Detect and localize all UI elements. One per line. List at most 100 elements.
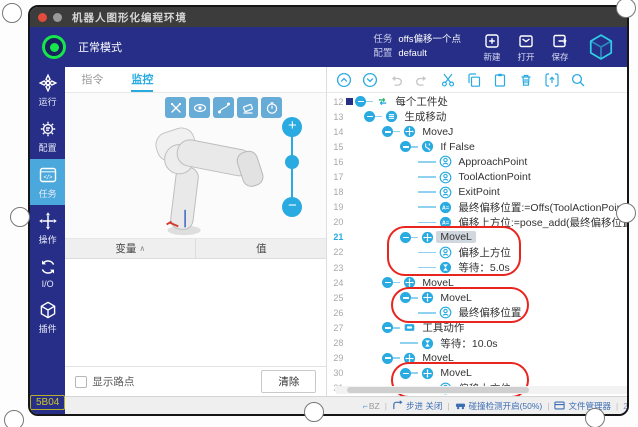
tree-node-label: MoveL: [418, 277, 458, 289]
collapse-toggle[interactable]: [400, 141, 411, 152]
svg-text:</>: </>: [43, 174, 52, 181]
tree-row-23[interactable]: 23等待：5.0s: [327, 260, 629, 275]
tree-row-24[interactable]: 24MoveL: [327, 275, 629, 290]
tree-row-16[interactable]: 16ApproachPoint: [327, 154, 629, 169]
tree-row-17[interactable]: 17ToolActionPoint: [327, 169, 629, 184]
svg-text:A=: A=: [442, 205, 450, 211]
action-save-button[interactable]: 保存: [551, 32, 569, 63]
tree-row-20[interactable]: 20A=偏移上方位:=pose_add(最终偏移位置, [0,0,0: [327, 215, 629, 230]
tree-node-label: If False: [436, 141, 478, 153]
tab-bar: 指令 监控: [65, 67, 326, 93]
sidebar-item-config[interactable]: 配置: [30, 113, 65, 159]
tree-row-13[interactable]: 13 生成移动: [327, 109, 629, 124]
robot-arm-model[interactable]: [89, 95, 289, 246]
tree-row-14[interactable]: 14MoveJ: [327, 124, 629, 139]
tree-node-label: 等待：10.0s: [436, 336, 501, 351]
viewport-zoom-control: + −: [282, 117, 302, 217]
tree-connector: [411, 237, 418, 239]
program-tree: ˄˅ ‹ › 12每个工件处13生成移动14MoveJ15If False16A…: [327, 93, 629, 396]
replace-button[interactable]: [544, 72, 560, 88]
expand-down-circle-icon: [362, 72, 378, 88]
tree-row-27[interactable]: 27工具动作: [327, 320, 629, 335]
tree-row-19[interactable]: 19A=最终偏移位置:=Offs(ToolActionPoint_p,0,0,d…: [327, 200, 629, 215]
move-node-icon: [402, 125, 416, 139]
cycle-icon: [38, 257, 58, 277]
copy-button[interactable]: [466, 72, 482, 88]
clear-button[interactable]: 清除: [261, 370, 316, 393]
tree-connector: [418, 161, 436, 163]
collapse-toggle[interactable]: [355, 96, 366, 107]
tree-row-22[interactable]: 22偏移上方位: [327, 245, 629, 260]
tree-row-29[interactable]: 29MoveL: [327, 351, 629, 366]
tree-row-25[interactable]: 25MoveL: [327, 290, 629, 305]
collapse-toggle[interactable]: [382, 277, 393, 288]
tab-monitor[interactable]: 监控: [131, 67, 153, 92]
tree-row-18[interactable]: 18ExitPoint: [327, 185, 629, 200]
cut-button[interactable]: [440, 72, 456, 88]
sidebar-item-operate[interactable]: 操作: [30, 205, 65, 251]
tree-node-label: 生成移动: [400, 109, 450, 124]
status-step-arrow[interactable]: 步进 关闭: [392, 400, 442, 412]
selection-handle: [616, 203, 636, 223]
collapse-toggle[interactable]: [400, 232, 411, 243]
expand-down-circle-button[interactable]: [362, 72, 378, 88]
tree-node-label: 工具动作: [418, 320, 468, 335]
line-number: 21: [327, 232, 343, 242]
open-file-icon: [517, 32, 535, 50]
tree-row-12[interactable]: 12每个工件处: [327, 94, 629, 109]
version-badge: 5B04: [30, 395, 65, 410]
redo-button[interactable]: [414, 72, 430, 88]
action-open-button[interactable]: 打开: [517, 32, 535, 63]
line-number: 13: [327, 112, 343, 122]
zoom-slider-handle[interactable]: [285, 155, 299, 169]
step-arrow-icon: [392, 400, 403, 411]
tab-instruction[interactable]: 指令: [81, 67, 103, 92]
window-minimize-button[interactable]: [53, 13, 62, 22]
delete-button[interactable]: [518, 72, 534, 88]
sidebar-item-run[interactable]: 运行: [30, 67, 65, 113]
undo-icon: [388, 72, 404, 88]
sidebar-item-plugin[interactable]: 插件: [30, 294, 65, 340]
assign-node-icon: A=: [438, 200, 452, 214]
sidebar-item-label: 配置: [39, 141, 57, 154]
collapse-toggle[interactable]: [382, 126, 393, 137]
tree-row-15[interactable]: 15If False: [327, 139, 629, 154]
tree-node-label: MoveL: [436, 231, 476, 243]
zoom-in-button[interactable]: +: [282, 117, 302, 137]
move-arrows-icon: [38, 211, 58, 231]
window-close-button[interactable]: [38, 13, 47, 22]
line-number: 29: [327, 353, 343, 363]
sidebar-item-io[interactable]: I/O: [30, 251, 65, 294]
tree-row-28[interactable]: 28等待：10.0s: [327, 336, 629, 351]
line-number: 14: [327, 127, 343, 137]
mode-label: 正常模式: [78, 39, 122, 55]
collapse-toggle[interactable]: [400, 292, 411, 303]
tree-row-26[interactable]: 26最终偏移位置: [327, 305, 629, 320]
sidebar-item-label: 插件: [39, 322, 57, 335]
undo-button[interactable]: [388, 72, 404, 88]
wait-node-icon: [438, 261, 452, 275]
paste-button[interactable]: [492, 72, 508, 88]
tree-row-30[interactable]: 30MoveL: [327, 366, 629, 381]
waypoint-node-icon: [438, 170, 452, 184]
move-node-icon: [420, 291, 434, 305]
collapse-up-circle-button[interactable]: [336, 72, 352, 88]
tree-row-21[interactable]: 21 MoveL: [327, 230, 629, 245]
tree-horizontal-scrollbar[interactable]: [335, 386, 629, 394]
show-waypoints-checkbox[interactable]: [75, 376, 87, 388]
collapse-toggle[interactable]: [400, 368, 411, 379]
tree-node-label: ExitPoint: [454, 186, 503, 198]
zoom-out-button[interactable]: −: [282, 197, 302, 217]
robot-3d-viewport[interactable]: + −: [65, 93, 326, 239]
status-collision[interactable]: 碰撞检测开启(50%): [455, 400, 543, 412]
search-button[interactable]: [570, 72, 586, 88]
sidebar-item-task[interactable]: </>任务: [30, 159, 65, 205]
move-node-icon: [402, 351, 416, 365]
collapse-toggle[interactable]: [382, 322, 393, 333]
status-file-manager[interactable]: 文件管理器: [554, 400, 611, 412]
action-new-button[interactable]: 新建: [483, 32, 501, 63]
selection-handle: [4, 410, 24, 427]
collapse-toggle[interactable]: [364, 111, 375, 122]
delete-icon: [518, 72, 534, 88]
collapse-toggle[interactable]: [382, 353, 393, 364]
